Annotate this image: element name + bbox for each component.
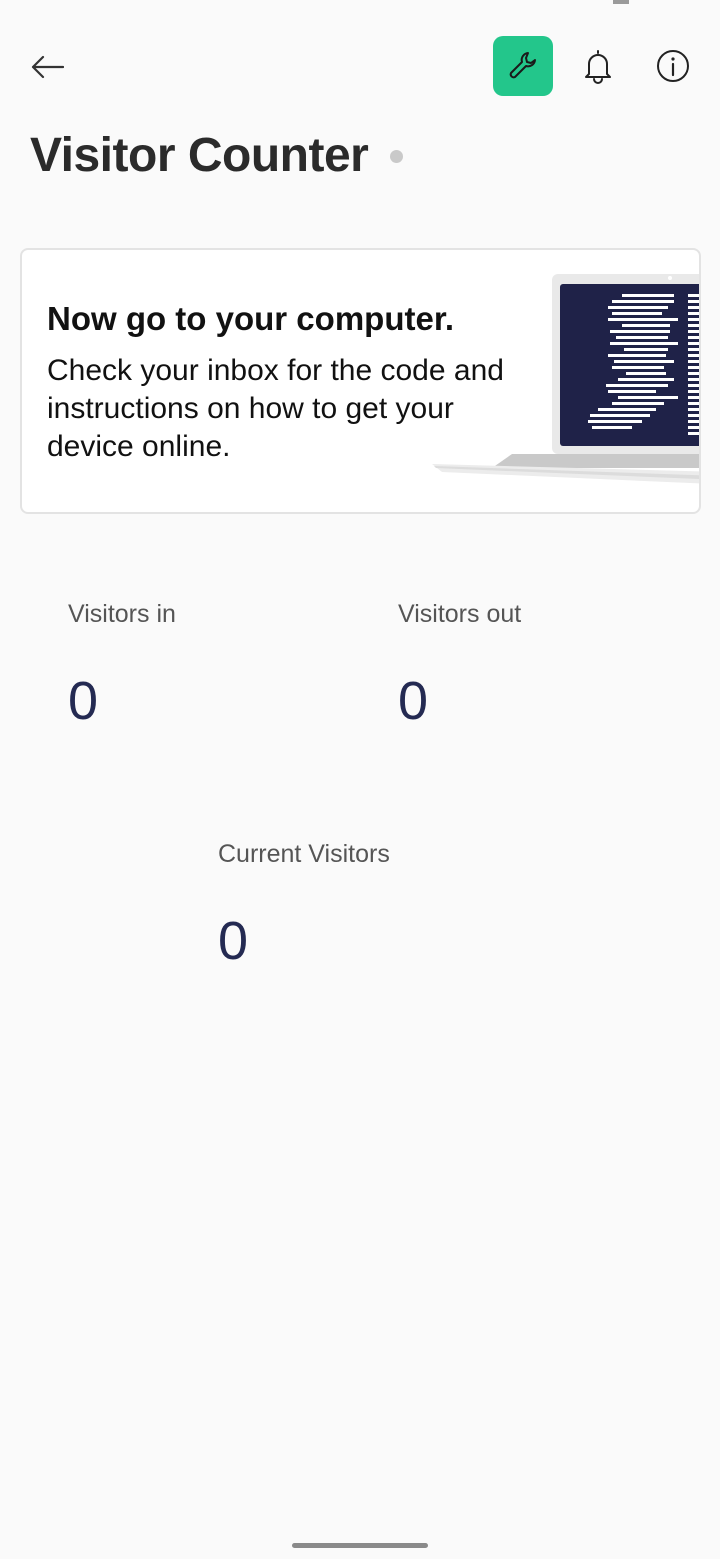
wrench-icon xyxy=(509,52,536,79)
page-title: Visitor Counter xyxy=(30,129,369,182)
laptop-illustration xyxy=(432,274,699,484)
info-icon xyxy=(657,50,689,82)
info-button[interactable] xyxy=(649,42,697,90)
notifications-button[interactable] xyxy=(574,42,622,90)
visitors-in-label: Visitors in xyxy=(68,600,176,628)
setup-info-card: Now go to your computer. Check your inbo… xyxy=(20,248,701,514)
visitors-out-value: 0 xyxy=(398,671,429,731)
arrow-left-icon xyxy=(31,55,64,79)
bell-icon xyxy=(585,50,611,84)
current-visitors-label: Current Visitors xyxy=(218,840,390,868)
home-indicator[interactable] xyxy=(292,1543,428,1548)
card-heading: Now go to your computer. xyxy=(47,300,455,337)
current-visitors-value: 0 xyxy=(218,911,249,971)
settings-wrench-button[interactable] xyxy=(493,36,553,96)
device-status-dot xyxy=(390,150,403,163)
status-bar-fragment xyxy=(613,0,629,4)
screen: Visitor Counter Now go to your computer.… xyxy=(0,0,720,1559)
visitors-out-label: Visitors out xyxy=(398,600,522,628)
visitors-in-value: 0 xyxy=(68,671,99,731)
back-button[interactable] xyxy=(24,44,70,90)
